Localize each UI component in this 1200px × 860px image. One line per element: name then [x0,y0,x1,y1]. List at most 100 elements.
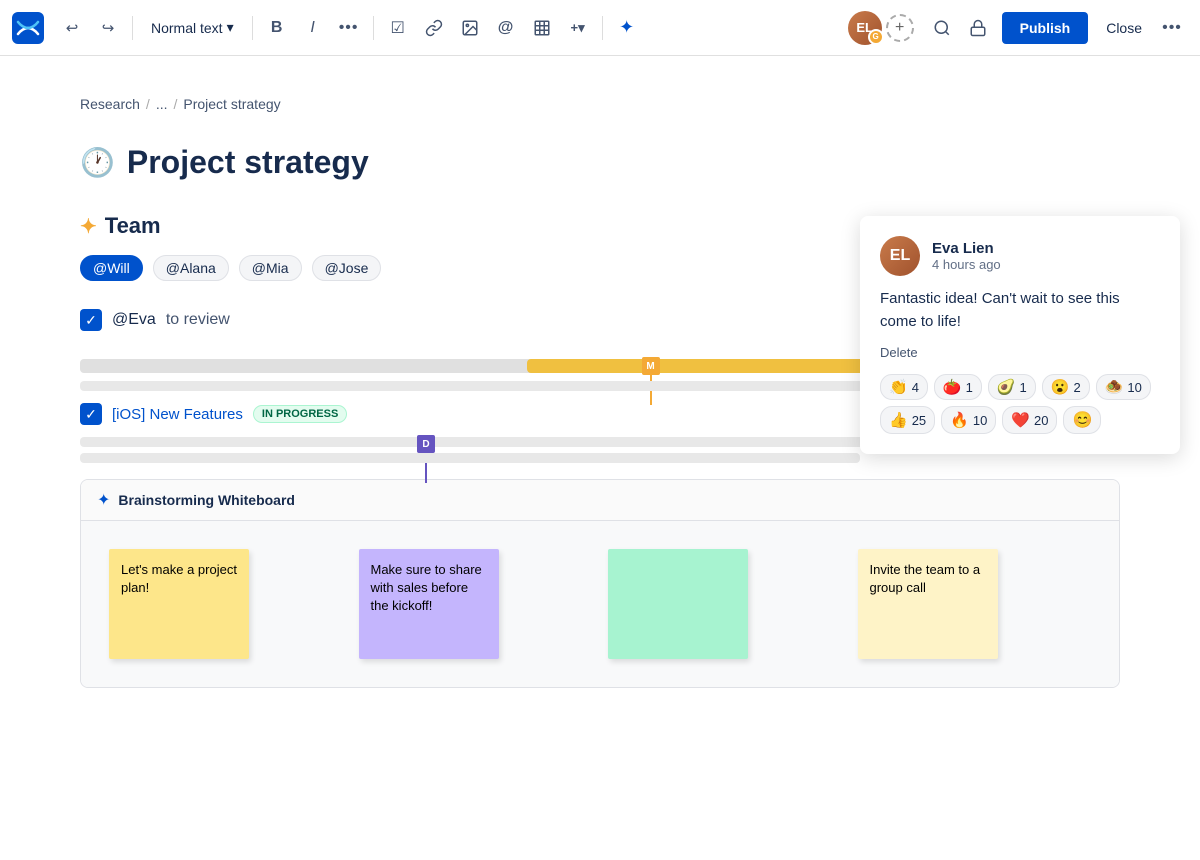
text-style-dropdown[interactable]: Normal text ▾ [141,12,244,44]
whiteboard-body: Let's make a project plan! Make sure to … [81,521,1119,687]
more-format-button[interactable]: ••• [333,12,365,44]
reaction-clap[interactable]: 👏 4 [880,374,928,400]
whiteboard-section: ✦ Brainstorming Whiteboard Let's make a … [80,479,1120,688]
sticky-note-3[interactable] [608,549,748,659]
ios-task-name[interactable]: [iOS] New Features [112,406,243,423]
breadcrumb-sep2: / [173,96,177,112]
bold-button[interactable]: B [261,12,293,44]
comment-author-name: Eva Lien [932,240,1001,257]
italic-button[interactable]: I [297,12,329,44]
link-button[interactable] [418,12,450,44]
user-avatar-container[interactable]: EL G [848,11,882,45]
comment-avatar: EL [880,236,920,276]
mention-will[interactable]: @Will [80,255,143,281]
task-button[interactable]: ☑ [382,12,414,44]
breadcrumb: Research / ... / Project strategy [80,96,1120,112]
chevron-down-icon: ▾ [227,19,234,36]
task-label: to review [166,311,230,329]
list-item [600,541,850,667]
insert-button[interactable]: +▾ [562,12,594,44]
gantt-flag-d: D [417,435,435,453]
divider-1 [132,16,133,40]
more-options-button[interactable]: ••• [1156,12,1188,44]
reaction-tomato[interactable]: 🍅 1 [934,374,982,400]
heart-emoji: ❤️ [1011,411,1030,429]
add-reaction-icon: 😊 [1072,410,1092,430]
fire-count: 10 [973,413,987,428]
clap-emoji: 👏 [889,378,908,396]
comment-popup: EL Eva Lien 4 hours ago Fantastic idea! … [860,216,1180,454]
page-title-row: 🕐 Project strategy [80,144,1120,181]
ai-button[interactable]: ✦ [611,12,643,44]
checkbox-check-icon: ✓ [85,312,97,329]
task-checkbox[interactable]: ✓ [80,309,102,331]
publish-button[interactable]: Publish [1002,12,1089,44]
confluence-logo[interactable] [12,12,44,44]
tomato-emoji: 🍅 [943,378,962,396]
falafel-emoji: 🧆 [1105,378,1124,396]
mention-button[interactable]: @ [490,12,522,44]
reaction-fire[interactable]: 🔥 10 [941,406,996,434]
falafel-count: 10 [1127,380,1141,395]
table-button[interactable] [526,12,558,44]
sparkle-icon: ✦ [80,214,97,239]
lock-button[interactable] [962,12,994,44]
mention-mia[interactable]: @Mia [239,255,302,281]
heart-count: 20 [1034,413,1048,428]
tomato-count: 1 [966,380,973,395]
add-reaction-button[interactable]: 😊 [1063,406,1101,434]
page-title[interactable]: Project strategy [127,144,369,181]
breadcrumb-ellipsis[interactable]: ... [156,96,168,112]
mention-alana[interactable]: @Alana [153,255,229,281]
sticky-note-2[interactable]: Make sure to share with sales before the… [359,549,499,659]
comment-header: EL Eva Lien 4 hours ago [880,236,1160,276]
whiteboard-header: ✦ Brainstorming Whiteboard [81,480,1119,521]
list-item: Let's make a project plan! [101,541,351,667]
content-area: Research / ... / Project strategy 🕐 Proj… [0,56,1200,860]
mention-jose[interactable]: @Jose [312,255,382,281]
avocado-emoji: 🥑 [997,378,1016,396]
text-style-label: Normal text [151,20,223,36]
thumbsup-emoji: 👍 [889,411,908,429]
task-assignee[interactable]: @Eva [112,311,156,329]
reaction-surprised[interactable]: 😮 2 [1042,374,1090,400]
reaction-avocado[interactable]: 🥑 1 [988,374,1036,400]
editor[interactable]: Research / ... / Project strategy 🕐 Proj… [0,56,1200,860]
gantt-bar-1 [527,359,912,373]
avatar-badge: G [868,29,884,45]
ios-status-badge: IN PROGRESS [253,405,347,423]
reaction-thumbsup[interactable]: 👍 25 [880,406,935,434]
comment-delete-button[interactable]: Delete [880,345,1160,360]
whiteboard-title[interactable]: Brainstorming Whiteboard [118,492,295,508]
sticky-note-text-1: Let's make a project plan! [121,561,237,597]
team-heading-text: Team [105,213,161,239]
list-item: Make sure to share with sales before the… [351,541,601,667]
breadcrumb-root[interactable]: Research [80,96,140,112]
search-button[interactable] [926,12,958,44]
redo-button[interactable]: ↪ [92,12,124,44]
list-item: Invite the team to a group call [850,541,1100,667]
breadcrumb-sep1: / [146,96,150,112]
avocado-count: 1 [1020,380,1027,395]
ios-check-icon: ✓ [85,406,97,423]
reaction-falafel[interactable]: 🧆 10 [1096,374,1151,400]
fire-emoji: 🔥 [950,411,969,429]
sticky-note-text-2: Make sure to share with sales before the… [371,561,487,616]
reaction-heart[interactable]: ❤️ 20 [1002,406,1057,434]
page-title-icon: 🕐 [80,146,115,179]
add-collaborator-button[interactable]: + [886,14,914,42]
toolbar: ↩ ↪ Normal text ▾ B I ••• ☑ @ +▾ ✦ EL G … [0,0,1200,56]
breadcrumb-current: Project strategy [183,96,280,112]
image-button[interactable] [454,12,486,44]
undo-button[interactable]: ↩ [56,12,88,44]
sticky-note-1[interactable]: Let's make a project plan! [109,549,249,659]
surprised-count: 2 [1073,380,1080,395]
divider-2 [252,16,253,40]
close-button[interactable]: Close [1096,12,1152,44]
sticky-note-4[interactable]: Invite the team to a group call [858,549,998,659]
surprised-emoji: 😮 [1051,378,1070,396]
ios-checkbox[interactable]: ✓ [80,403,102,425]
comment-author-info: Eva Lien 4 hours ago [932,240,1001,272]
sticky-note-text-4: Invite the team to a group call [870,561,986,597]
divider-3 [373,16,374,40]
